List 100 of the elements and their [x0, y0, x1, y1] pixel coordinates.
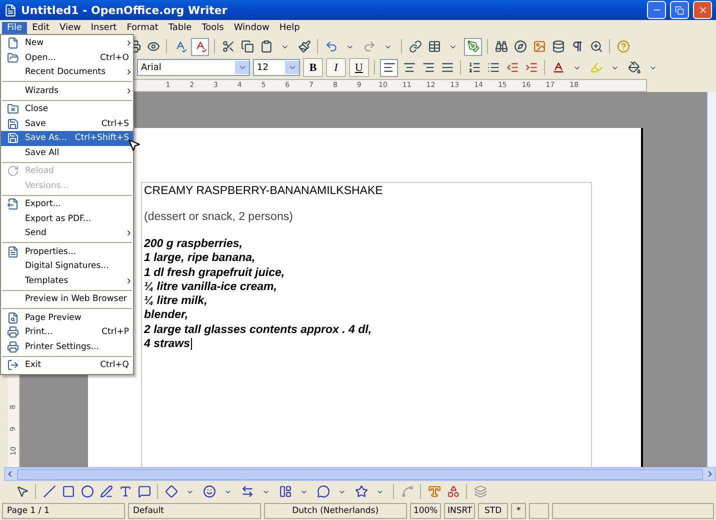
status-field: Default [128, 503, 261, 519]
menu-title[interactable]: Window [228, 22, 274, 34]
scrollbar-thumb[interactable] [17, 468, 703, 480]
menu-title[interactable]: View [54, 22, 86, 34]
close-icon [698, 5, 708, 15]
menu-item[interactable]: Templates [1, 274, 133, 288]
menu-item[interactable]: Save Ctrl+S [1, 116, 133, 131]
page-preview-icon [7, 312, 19, 324]
font-name-field[interactable]: Arial [137, 59, 250, 76]
paint-bucket-icon[interactable] [626, 60, 642, 76]
export-icon [7, 198, 19, 210]
menu-item[interactable]: Send [1, 226, 133, 240]
recipe-subtitle: (dessert or snack, 2 persons) [144, 211, 293, 223]
underline-button[interactable]: U [349, 58, 369, 77]
menu-item[interactable]: Close [1, 102, 133, 116]
menu-item[interactable]: Export... [1, 197, 133, 212]
menu-item[interactable]: Exit Ctrl+Q [1, 358, 133, 372]
folder-icon [7, 52, 19, 64]
status-field: STD [478, 503, 508, 519]
menu-title[interactable]: Edit [27, 22, 54, 34]
binoculars-icon[interactable] [493, 38, 509, 54]
menu-title[interactable]: Format [122, 22, 164, 34]
line-icon[interactable] [41, 484, 57, 500]
status-field: Page 1 / 1 [2, 503, 125, 519]
exit-arrow-icon [7, 359, 19, 372]
close-button[interactable] [693, 1, 712, 19]
callout-icon[interactable] [136, 484, 152, 500]
file-icon [7, 37, 19, 50]
rectangle-icon[interactable] [60, 484, 76, 500]
ingredient-line: 4 straws [144, 337, 190, 352]
freeform-icon[interactable] [98, 484, 114, 500]
status-field: INSRT [444, 503, 476, 519]
star-icon[interactable] [353, 484, 369, 500]
smiley-icon[interactable] [201, 484, 217, 500]
menu-title[interactable]: Tools [196, 22, 229, 34]
bold-button[interactable]: B [303, 58, 323, 77]
menu-item[interactable]: Digital Signatures... [1, 259, 133, 274]
database-icon[interactable] [550, 38, 566, 54]
folder-close-icon [7, 103, 19, 116]
printer-icon [7, 340, 19, 353]
vertical-scrollbar[interactable] [707, 92, 716, 467]
menu-item[interactable]: Save As... Ctrl+Shift+S [1, 131, 133, 146]
menu-item[interactable]: Export as PDF... [1, 212, 133, 226]
status-field: Dutch (Netherlands) [264, 503, 407, 519]
menu-item[interactable]: Recent Documents [1, 65, 133, 80]
scissors-icon[interactable] [220, 38, 236, 54]
ingredient-line: 200 g raspberries, [144, 237, 242, 252]
diamond-icon[interactable] [163, 484, 179, 500]
printer-icon [7, 326, 19, 338]
speech-bubble-icon[interactable] [315, 484, 331, 500]
menu-title[interactable]: File [2, 22, 28, 34]
ingredient-line: ¼ litre vanilla-ice cream, [144, 280, 277, 294]
ingredient-line: blender, [144, 308, 188, 323]
ingredient-line: 2 large tall glasses contents approx . 4 dl, [144, 322, 372, 338]
italic-button[interactable]: I [326, 58, 346, 77]
restore-icon [675, 6, 684, 14]
menu-item[interactable]: Wizards [1, 84, 133, 98]
align-left-icon[interactable] [380, 58, 398, 76]
reload-icon [7, 165, 19, 178]
window-title: Untitled1 - OpenOffice.org Writer [21, 4, 228, 16]
menu-item[interactable]: Preview in Web Browser [1, 292, 133, 306]
paintbrush-icon[interactable] [296, 38, 312, 54]
flowchart-icon[interactable] [277, 484, 293, 500]
table-icon[interactable] [426, 38, 442, 54]
floppy-icon [7, 118, 19, 130]
status-field [529, 503, 550, 519]
menu-title[interactable]: Insert [86, 22, 122, 34]
ingredient-line: 1 dl fresh grapefruit juice, [144, 266, 285, 280]
copy-icon[interactable] [239, 38, 255, 54]
autospellcheck-icon[interactable] [191, 38, 209, 56]
shapes-icon[interactable] [445, 484, 461, 500]
floppy-icon [7, 132, 19, 144]
menu-item[interactable]: New [1, 36, 133, 50]
status-field: * [510, 503, 526, 519]
status-field: 100% [410, 503, 442, 519]
menu-item[interactable]: Properties... [1, 244, 133, 259]
fontwork-icon[interactable] [426, 484, 442, 500]
minimize-button[interactable] [647, 1, 666, 19]
font-size-field[interactable]: 12 [253, 59, 300, 76]
horizontal-scrollbar[interactable] [4, 467, 716, 481]
document-icon [7, 246, 19, 258]
ingredient-line: 1 large, ripe banana, [144, 251, 256, 266]
zoom-icon[interactable] [588, 38, 604, 54]
menu-item[interactable]: Page Preview [1, 310, 133, 325]
recipe-title: CREAMY RASPBERRY-BANANAMILKSHAKE [144, 185, 383, 197]
ingredient-line: ¼ litre milk, [144, 294, 208, 308]
ellipse-icon[interactable] [79, 484, 95, 500]
menu-item[interactable]: Open... Ctrl+O [1, 50, 133, 65]
menu-item[interactable]: Save All [1, 146, 133, 160]
dropdown-icon[interactable] [285, 61, 299, 74]
draw-icon[interactable] [464, 38, 482, 56]
hyperlink-icon[interactable] [407, 38, 423, 54]
text-cursor [191, 338, 192, 350]
restore-button[interactable] [670, 1, 689, 19]
menu-title[interactable]: Table [163, 22, 197, 34]
compass-icon[interactable] [512, 38, 528, 54]
menu-item[interactable]: Print... Ctrl+P [1, 325, 133, 340]
menu-item[interactable]: Printer Settings... [1, 340, 133, 354]
menu-title[interactable]: Help [274, 22, 305, 34]
dropdown-icon[interactable] [235, 61, 249, 74]
